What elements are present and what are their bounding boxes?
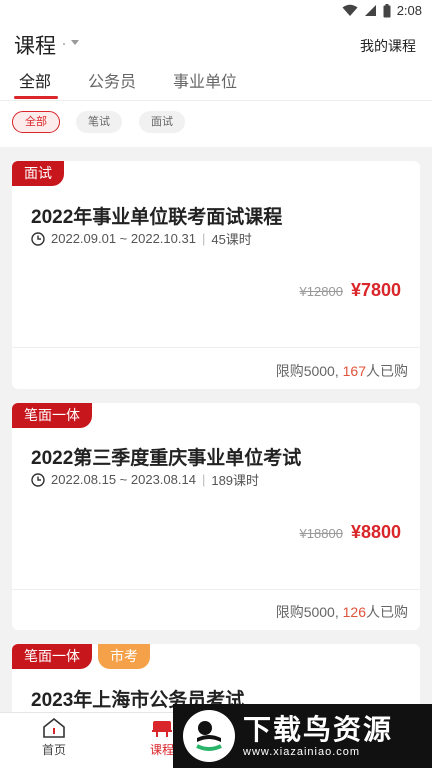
dropdown-arrow-icon[interactable]	[62, 37, 82, 47]
current-price: ¥7800	[350, 280, 401, 300]
card-divider	[12, 347, 420, 348]
course-tag: 笔面一体	[12, 403, 92, 428]
nav-home-label: 首页	[41, 743, 66, 757]
status-bar: 2:08	[0, 0, 432, 22]
watermark-logo-icon	[183, 710, 235, 762]
wifi-icon	[342, 4, 358, 16]
course-card[interactable]: 笔面一体 2022第三季度重庆事业单位考试 2022.08.15 ~ 2023.…	[12, 403, 420, 630]
status-icons: 2:08	[342, 3, 422, 18]
bought-suffix: 人已购	[366, 604, 408, 620]
watermark-url: www.xiazainiao.com	[243, 746, 361, 758]
course-tag: 笔面一体	[12, 644, 92, 669]
watermark-banner: 下载鸟资源 www.xiazainiao.com	[173, 704, 432, 768]
filter-chip-written[interactable]: 笔试	[76, 111, 122, 133]
category-tabs: 全部 公务员 事业单位	[0, 66, 432, 101]
my-courses-link[interactable]: 我的课程	[360, 36, 416, 56]
filter-chip-all[interactable]: 全部	[12, 111, 60, 133]
course-tag-city: 市考	[98, 644, 150, 669]
purchase-info: 限购5000, 126人已购	[276, 602, 408, 622]
header: 课程 我的课程	[0, 22, 432, 66]
nav-courses-label: 课程	[149, 743, 174, 757]
course-meta: 2022.09.01 ~ 2022.10.31 | 45课时	[31, 229, 252, 248]
status-time: 2:08	[396, 3, 422, 18]
watermark-title: 下载鸟资源	[243, 714, 394, 745]
course-dates: 2022.08.15 ~ 2023.08.14	[51, 472, 196, 487]
active-tab-indicator	[14, 96, 58, 99]
meta-separator: |	[201, 231, 206, 246]
course-title: 2022第三季度重庆事业单位考试	[31, 448, 302, 469]
tab-public-institution[interactable]: 事业单位	[173, 68, 237, 92]
course-tag: 面试	[12, 161, 64, 186]
signal-icon	[364, 5, 376, 16]
nav-home[interactable]: 首页	[24, 717, 84, 758]
price-row: ¥18800 ¥8800	[300, 522, 401, 543]
bought-suffix: 人已购	[366, 363, 408, 379]
tab-all[interactable]: 全部	[19, 68, 51, 92]
clock-icon	[31, 231, 45, 246]
watermark-text: 下载鸟资源 www.xiazainiao.com	[243, 714, 393, 758]
card-divider	[12, 589, 420, 590]
original-price: ¥12800	[299, 284, 343, 299]
price-row: ¥12800 ¥7800	[300, 280, 401, 301]
bought-count: 167	[342, 363, 366, 379]
course-hours: 189课时	[211, 473, 260, 488]
course-dates: 2022.09.01 ~ 2022.10.31	[51, 231, 196, 246]
original-price: ¥18800	[299, 526, 343, 541]
course-hours: 45课时	[211, 232, 252, 247]
current-price: ¥8800	[350, 522, 401, 542]
filter-chip-interview[interactable]: 面试	[139, 111, 185, 133]
clock-icon	[31, 472, 45, 487]
course-title: 2022年事业单位联考面试课程	[31, 207, 283, 228]
tab-civil-servant[interactable]: 公务员	[88, 68, 136, 92]
bought-count: 126	[342, 604, 366, 620]
purchase-limit: 限购5000,	[275, 363, 339, 379]
purchase-limit: 限购5000,	[275, 604, 339, 620]
course-card[interactable]: 面试 2022年事业单位联考面试课程 2022.09.01 ~ 2022.10.…	[12, 161, 420, 389]
course-meta: 2022.08.15 ~ 2023.08.14 | 189课时	[31, 470, 259, 489]
filter-bar: 全部 笔试 面试	[0, 101, 432, 147]
page-title: 课程	[14, 35, 56, 58]
home-icon	[43, 717, 65, 738]
purchase-info: 限购5000, 167人已购	[276, 361, 408, 381]
battery-icon	[383, 3, 391, 17]
course-icon	[152, 721, 172, 737]
meta-separator: |	[201, 472, 206, 487]
